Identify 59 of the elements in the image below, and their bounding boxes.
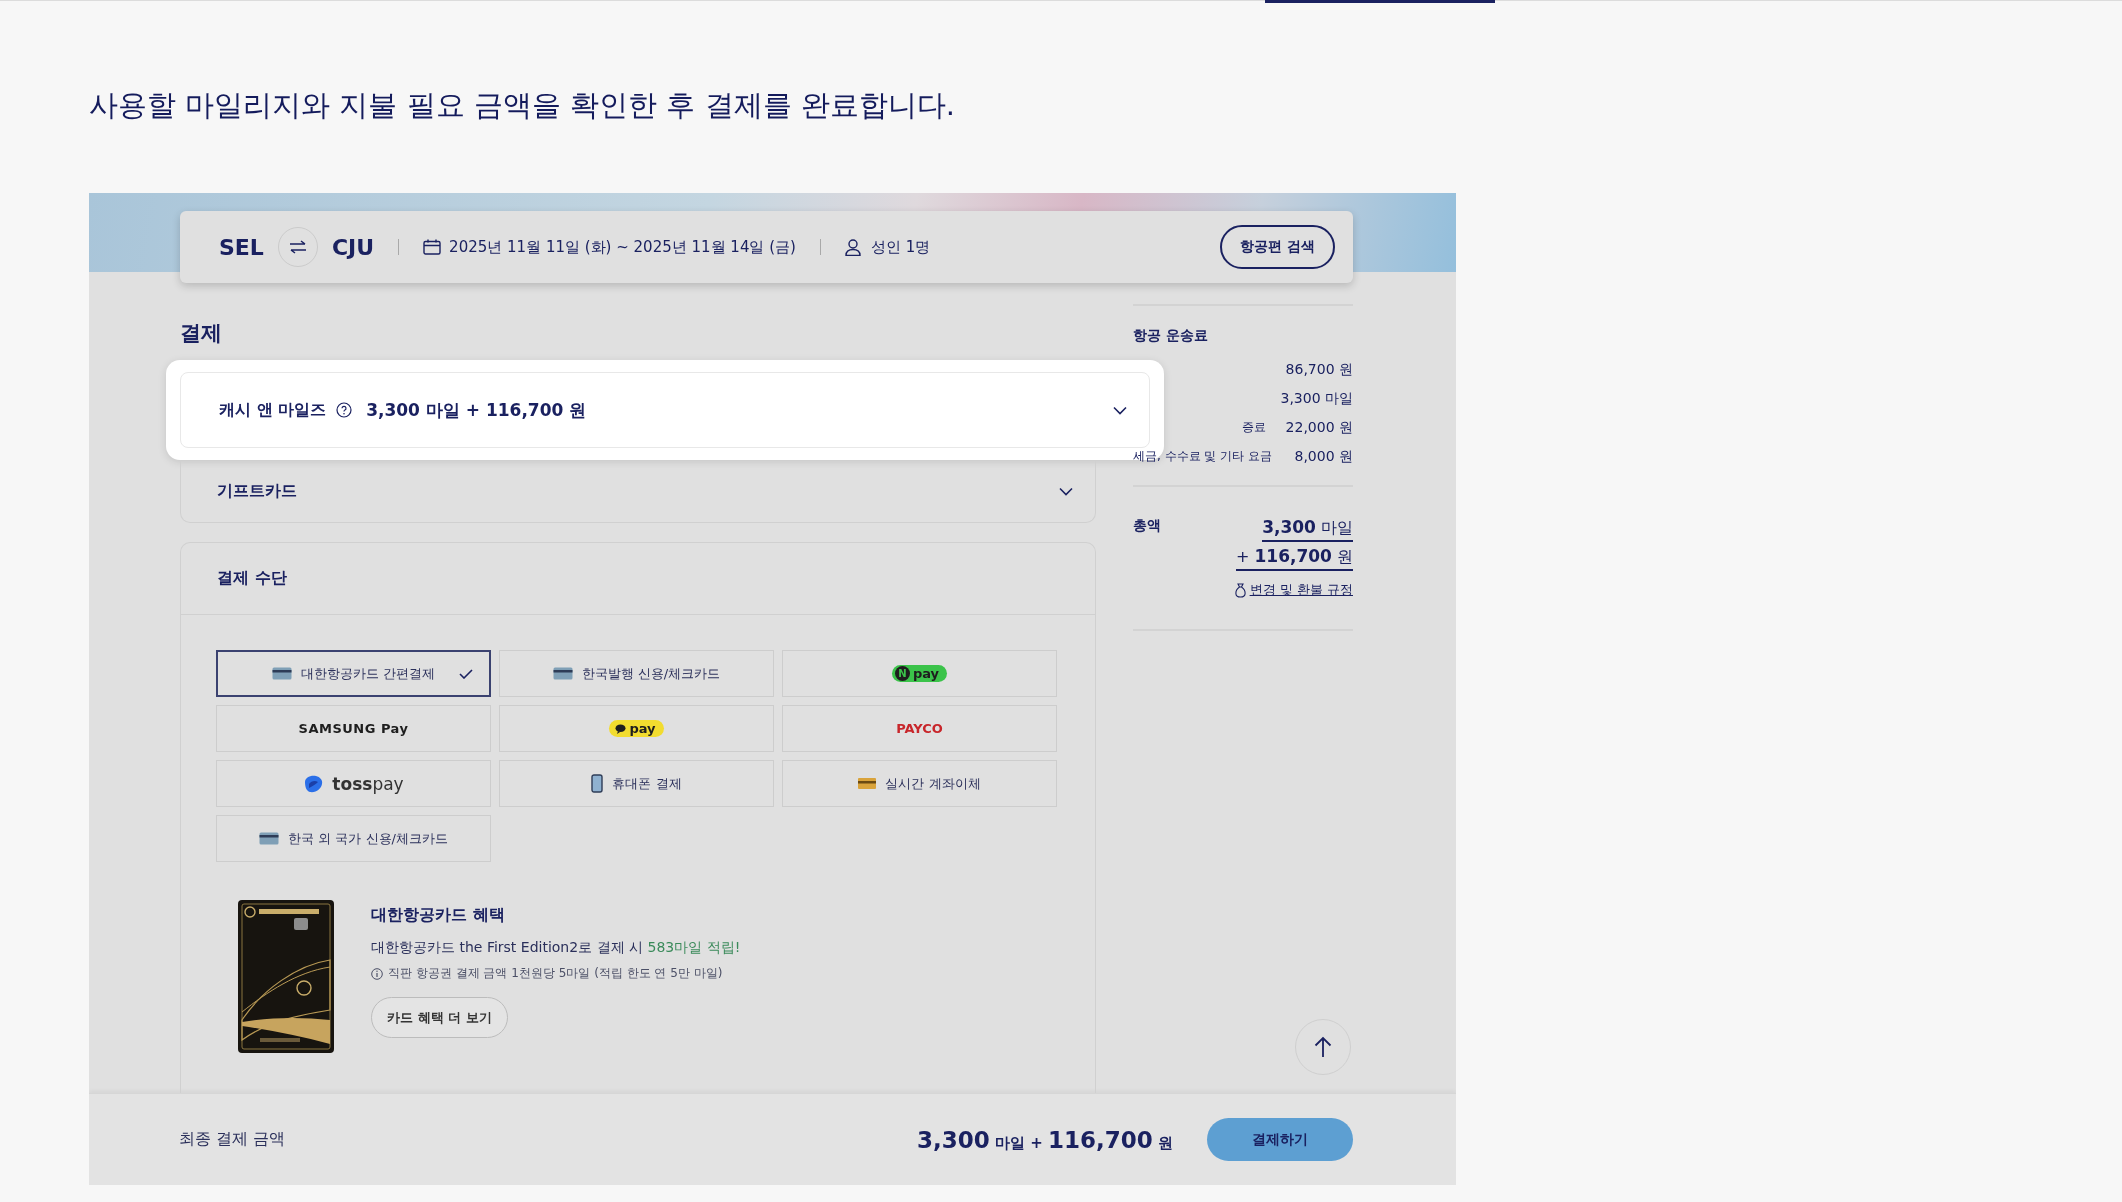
payment-method-option[interactable]: N pay xyxy=(782,650,1057,697)
fare-value: 86,700 원 xyxy=(1285,360,1353,379)
fare-value: 8,000 원 xyxy=(1294,447,1353,466)
total-label: 총액 xyxy=(1133,517,1161,535)
payment-method-option[interactable]: 실시간 계좌이체 xyxy=(782,760,1057,807)
arrow-up-icon xyxy=(1314,1036,1332,1058)
info-icon xyxy=(371,967,383,980)
payment-method-option[interactable]: 한국 외 국가 신용/체크카드 xyxy=(216,815,491,862)
panel-title: 결제 수단 xyxy=(217,568,287,589)
payment-method-option[interactable]: PAYCO xyxy=(782,705,1057,752)
benefit-text: 대한항공카드 the First Edition2로 결제 시 583마일 적립! xyxy=(371,939,741,957)
final-amount: 3,300 마일 + 116,700 원 xyxy=(917,1126,1173,1153)
person-icon xyxy=(844,238,861,256)
section-title: 결제 xyxy=(180,320,222,347)
pay-button[interactable]: 결제하기 xyxy=(1207,1118,1353,1161)
accordion-label: 캐시 앤 마일즈 xyxy=(219,399,327,421)
gift-card-accordion[interactable]: 기프트카드 xyxy=(180,461,1096,523)
payment-method-option[interactable]: 한국발행 신용/체크카드 xyxy=(499,650,774,697)
card-icon xyxy=(259,832,280,845)
payment-method-option[interactable]: SAMSUNG Pay xyxy=(216,705,491,752)
total-cash: + 116,700 원 xyxy=(1235,546,1353,571)
scroll-top-button[interactable] xyxy=(1295,1019,1351,1075)
help-icon xyxy=(336,402,353,418)
money-bag-icon xyxy=(1233,582,1247,598)
fare-title: 항공 운송료 xyxy=(1133,326,1208,345)
payment-method-option[interactable]: pay xyxy=(499,705,774,752)
total-miles: 3,300 마일 xyxy=(1262,517,1353,542)
speech-bubble-icon xyxy=(615,723,627,734)
payment-method-option[interactable]: 휴대폰 결제 xyxy=(499,760,774,807)
fare-value: 3,300 마일 xyxy=(1280,389,1353,408)
refund-policy-link[interactable]: 변경 및 환불 규정 xyxy=(1249,581,1353,599)
card-icon xyxy=(858,778,877,789)
travel-dates[interactable]: 2025년 11월 11일 (화) ~ 2025년 11월 14일 (금) xyxy=(449,237,796,257)
chevron-down-icon xyxy=(1059,487,1073,496)
benefit-title: 대한항공카드 혜택 xyxy=(371,904,505,926)
swap-arrows-icon xyxy=(288,240,307,254)
card-benefits-button[interactable]: 카드 혜택 더 보기 xyxy=(371,997,508,1038)
payment-method-option[interactable]: tosspay xyxy=(216,760,491,807)
swap-button[interactable] xyxy=(277,227,318,267)
final-amount-label: 최종 결제 금액 xyxy=(179,1129,286,1150)
check-icon xyxy=(459,668,473,679)
cash-and-miles-amount: 3,300 마일 + 116,700 원 xyxy=(366,398,587,422)
payment-method-option[interactable]: 대한항공카드 간편결제 xyxy=(216,650,491,697)
card-icon xyxy=(271,667,292,680)
fare-label: 증료 xyxy=(1241,419,1266,436)
card-icon xyxy=(552,667,573,680)
accordion-label: 기프트카드 xyxy=(217,481,297,502)
flight-search-button[interactable]: 항공편 검색 xyxy=(1220,225,1335,269)
benefit-note: 직판 항공권 결제 금액 1천원당 5마일 (적립 한도 연 5만 마일) xyxy=(388,965,723,982)
phone-icon xyxy=(591,774,604,793)
fare-value: 22,000 원 xyxy=(1285,418,1353,437)
cash-and-miles-accordion[interactable]: 캐시 앤 마일즈 3,300 마일 + 116,700 원 xyxy=(180,372,1150,448)
calendar-icon xyxy=(423,239,442,255)
chevron-down-icon xyxy=(1113,405,1127,415)
origin-code: SEL xyxy=(219,234,264,260)
fare-label: 세금, 수수료 및 기타 요금 xyxy=(1133,448,1273,465)
passenger-count[interactable]: 성인 1명 xyxy=(870,237,931,257)
instruction-text: 사용할 마일리지와 지불 필요 금액을 확인한 후 결제를 완료합니다. xyxy=(89,87,955,124)
destination-code: CJU xyxy=(331,234,375,260)
